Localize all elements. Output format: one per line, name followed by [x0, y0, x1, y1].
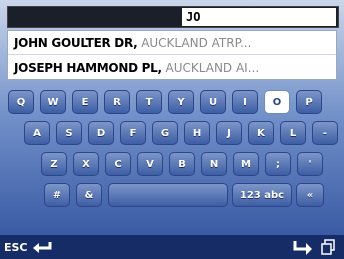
key-row2-2[interactable]: D	[88, 121, 114, 145]
search-input[interactable]	[182, 8, 336, 26]
key-q[interactable]: Q	[8, 90, 34, 114]
key-t[interactable]: T	[136, 90, 162, 114]
result-city: AUCKLAND ATRP...	[137, 36, 252, 50]
result-city: AUCKLAND AI...	[161, 61, 260, 75]
copy-pages-icon	[321, 239, 335, 255]
enter-arrow-icon	[32, 242, 52, 253]
key-ampersand[interactable]: &	[76, 183, 102, 207]
key-u[interactable]: U	[200, 90, 226, 114]
confirm-button[interactable]	[292, 237, 314, 257]
mode-toggle-key[interactable]: 123 abc	[232, 183, 292, 207]
list-item[interactable]: JOHN GOULTER DR, AUCKLAND ATRP...	[8, 31, 336, 55]
key-i[interactable]: I	[232, 90, 258, 114]
key-row3-1[interactable]: X	[73, 152, 99, 176]
key-row3-7[interactable]: ;	[265, 152, 291, 176]
esc-label: ESC	[4, 240, 28, 254]
key-row2-6[interactable]: J	[216, 121, 242, 145]
key-row2-1[interactable]: S	[56, 121, 82, 145]
key-row2-7[interactable]: K	[248, 121, 274, 145]
key-w[interactable]: W	[40, 90, 66, 114]
return-arrow-icon	[293, 241, 312, 255]
backspace-key[interactable]: «	[296, 183, 324, 207]
key-row3-0[interactable]: Z	[41, 152, 67, 176]
space-key[interactable]	[108, 183, 228, 207]
key-row3-5[interactable]: N	[201, 152, 227, 176]
key-row3-4[interactable]: B	[169, 152, 195, 176]
result-street: JOHN GOULTER DR,	[14, 36, 138, 50]
key-hash[interactable]: #	[44, 183, 70, 207]
key-r[interactable]: R	[104, 90, 130, 114]
key-row2-0[interactable]: A	[24, 121, 50, 145]
key-row2-5[interactable]: H	[184, 121, 210, 145]
esc-button[interactable]: ESC	[4, 238, 52, 256]
key-e[interactable]: E	[72, 90, 98, 114]
key-y[interactable]: Y	[168, 90, 194, 114]
key-row2-4[interactable]: G	[152, 121, 178, 145]
key-o[interactable]: O	[264, 90, 290, 114]
results-list: JOHN GOULTER DR, AUCKLAND ATRP... JOSEPH…	[7, 30, 337, 80]
list-item[interactable]: JOSEPH HAMMOND PL, AUCKLAND AI...	[8, 56, 336, 80]
key-row3-8[interactable]: '	[297, 152, 323, 176]
search-bar	[7, 6, 339, 28]
key-row3-3[interactable]: V	[137, 152, 163, 176]
key-row2-9[interactable]: -	[312, 121, 338, 145]
key-row2-3[interactable]: F	[120, 121, 146, 145]
result-street: JOSEPH HAMMOND PL,	[14, 61, 162, 75]
key-row3-6[interactable]: M	[233, 152, 259, 176]
key-row3-2[interactable]: C	[105, 152, 131, 176]
key-row2-8[interactable]: L	[280, 121, 306, 145]
key-p[interactable]: P	[296, 90, 322, 114]
copy-button[interactable]	[317, 237, 339, 257]
bottom-bar: ESC	[0, 235, 344, 259]
